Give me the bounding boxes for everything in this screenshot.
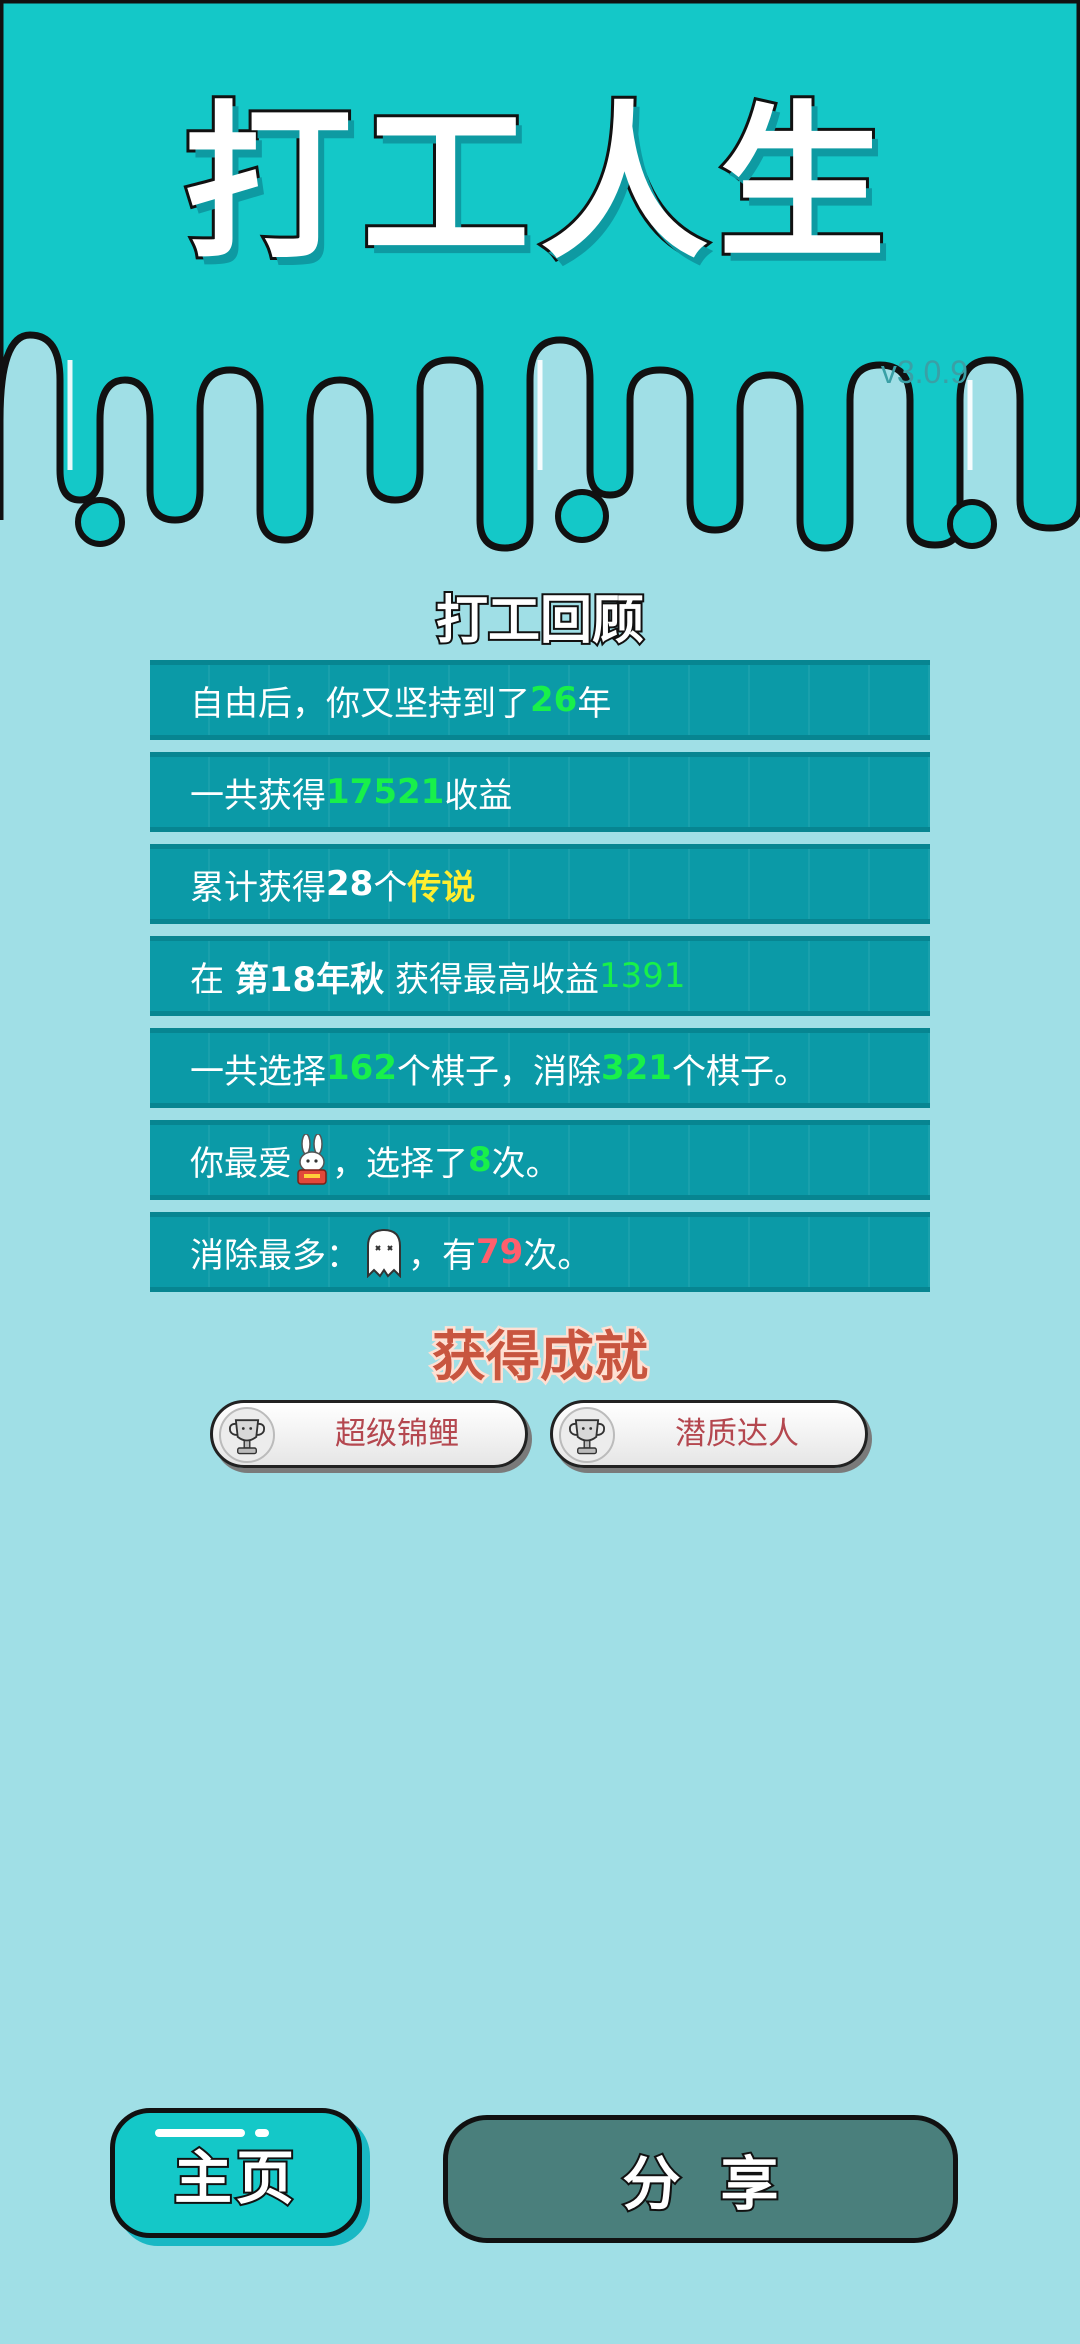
home-button-label: 主页 (172, 2142, 298, 2214)
total-income-value: 17521 (326, 772, 445, 812)
game-title: 打工人生 (181, 86, 896, 282)
stat-row-years: 自由后，你又坚持到了 26 年 (150, 660, 930, 740)
stat-text: 年 (577, 683, 612, 724)
stat-text: 你最爱 (190, 1143, 292, 1184)
achievement-badge-potential[interactable]: 潜质达人 (550, 1400, 868, 1468)
stat-row-most-eliminated: 消除最多： ，有 79 次。 (150, 1212, 930, 1292)
rabbit-icon (297, 1134, 327, 1185)
stat-text: 个棋子。 (671, 1051, 808, 1092)
stat-text: 次。 (523, 1235, 592, 1276)
ghost-icon (367, 1228, 401, 1278)
stat-row-legends: 累计获得 28 个传说 (150, 844, 930, 924)
trophy-icon (559, 1407, 615, 1463)
achievement-badge-koi[interactable]: 超级锦鲤 (210, 1400, 528, 1468)
stat-text: 收益 (444, 775, 513, 816)
legend-count-value: 28 (326, 864, 374, 904)
trophy-icon (219, 1407, 275, 1463)
stat-text: 累计获得 (190, 867, 326, 908)
share-button[interactable]: 分享 (443, 2115, 958, 2243)
legend-keyword: 传说 (407, 867, 476, 908)
best-season-value: 第18年秋 (234, 959, 385, 1000)
stat-text: 获得最高收益 (384, 959, 599, 1000)
stat-text: 一共选择 (190, 1051, 326, 1092)
stat-text: 自由后，你又坚持到了 (190, 683, 530, 724)
best-income-value: 1391 (598, 956, 686, 996)
stat-row-total-income: 一共获得 17521 收益 (150, 752, 930, 832)
pieces-chosen-value: 162 (326, 1048, 397, 1088)
achievements-title: 获得成就 (430, 1323, 651, 1391)
home-button[interactable]: 主页 (110, 2108, 362, 2238)
years-value: 26 (530, 680, 578, 720)
stat-text: 个棋子，消除 (396, 1051, 601, 1092)
stat-text: 在 (190, 959, 235, 1000)
badge-label: 潜质达人 (675, 1416, 799, 1452)
stat-text: 消除最多： (190, 1235, 360, 1276)
stat-text: ，有 (408, 1235, 476, 1276)
stat-text: 次。 (491, 1143, 560, 1184)
most-eliminated-count-value: 79 (476, 1232, 524, 1272)
stat-text: 个 (373, 867, 408, 908)
stat-row-best-income: 在 第18年秋 获得最高收益 1391 (150, 936, 930, 1016)
stat-row-pieces: 一共选择 162 个棋子，消除 321 个棋子。 (150, 1028, 930, 1108)
favorite-count-value: 8 (468, 1140, 492, 1180)
pieces-eliminated-value: 321 (600, 1048, 672, 1088)
badge-label: 超级锦鲤 (335, 1416, 459, 1452)
review-stats-list: 自由后，你又坚持到了 26 年 一共获得 17521 收益 累计获得 28 个传说 在 第1… (150, 660, 930, 1304)
share-button-label: 分享 (620, 2148, 819, 2220)
stat-text: ，选择了 (332, 1143, 468, 1184)
stat-row-favorite: 你最爱 ，选择了 8 次。 (150, 1120, 930, 1200)
version-label: v3.0.9 (880, 354, 968, 390)
stat-text: 一共获得 (190, 775, 326, 816)
review-title: 打工回顾 (434, 589, 646, 653)
